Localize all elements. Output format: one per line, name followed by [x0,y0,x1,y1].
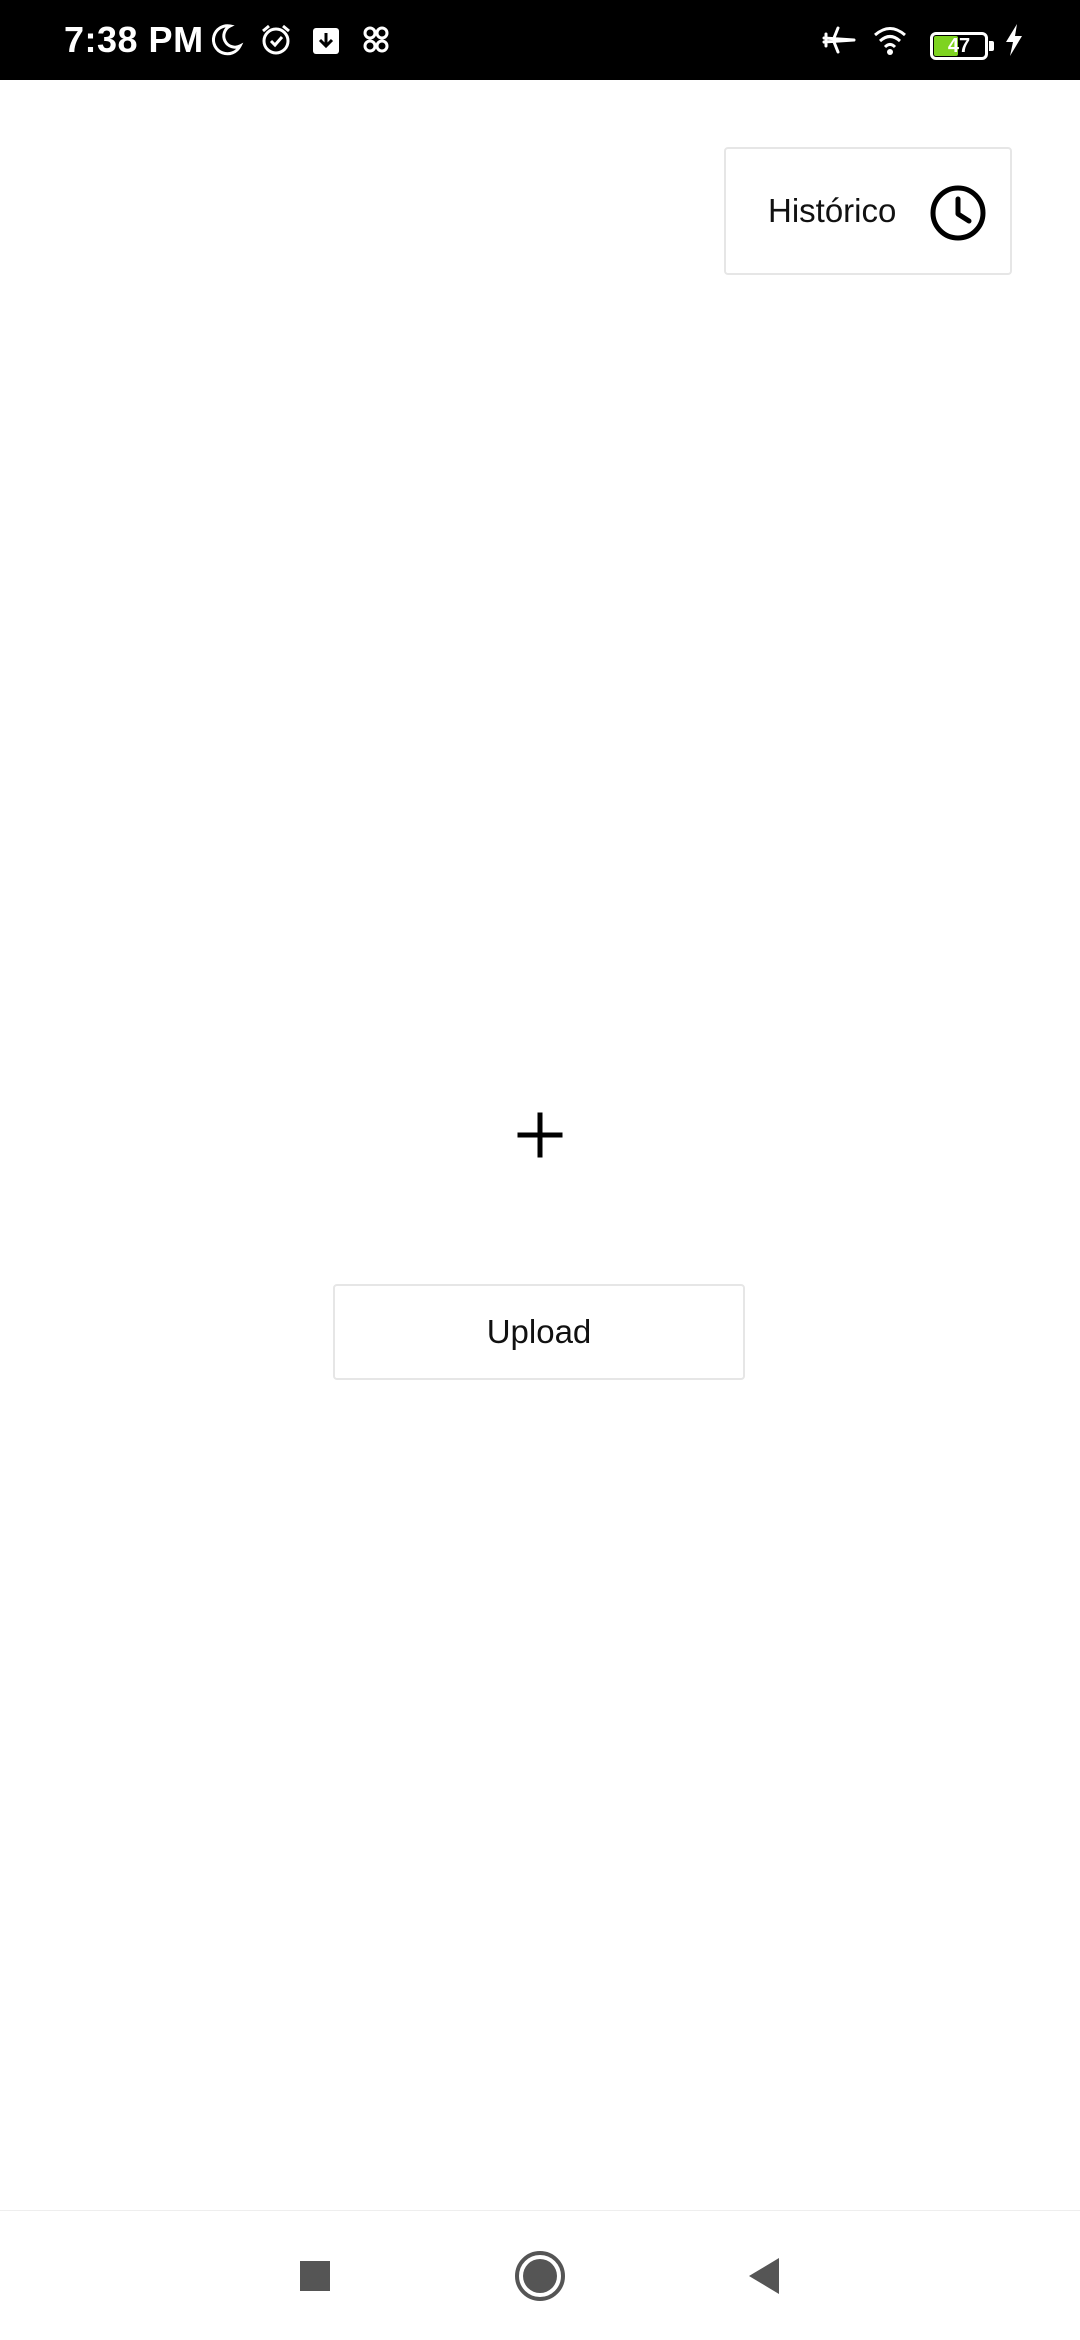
download-icon [308,22,344,58]
history-button[interactable]: Histórico [724,147,1012,275]
home-circle-icon[interactable] [510,2246,570,2306]
app-notification-icon [358,22,394,58]
status-time: 7:38 PM [64,19,204,60]
navigation-bar [0,2210,1080,2340]
battery-icon: 47 [930,32,994,62]
airplane-mode-icon [820,22,856,58]
plus-icon [517,1112,563,1158]
upload-button[interactable]: Upload [333,1284,745,1380]
app-screen: 7:38 PM 47 Histórico Upload [0,0,1080,2340]
recents-square-icon[interactable] [285,2246,345,2306]
moon-icon [208,22,244,58]
back-triangle-icon[interactable] [735,2246,795,2306]
wifi-icon [872,22,908,58]
clock-icon [928,183,988,243]
battery-level-text: 47 [947,35,971,57]
status-bar: 7:38 PM 47 [0,0,1080,80]
history-label: Histórico [768,192,897,229]
charging-icon [1000,22,1028,58]
add-button[interactable] [500,1095,580,1175]
alarm-icon [258,22,294,58]
